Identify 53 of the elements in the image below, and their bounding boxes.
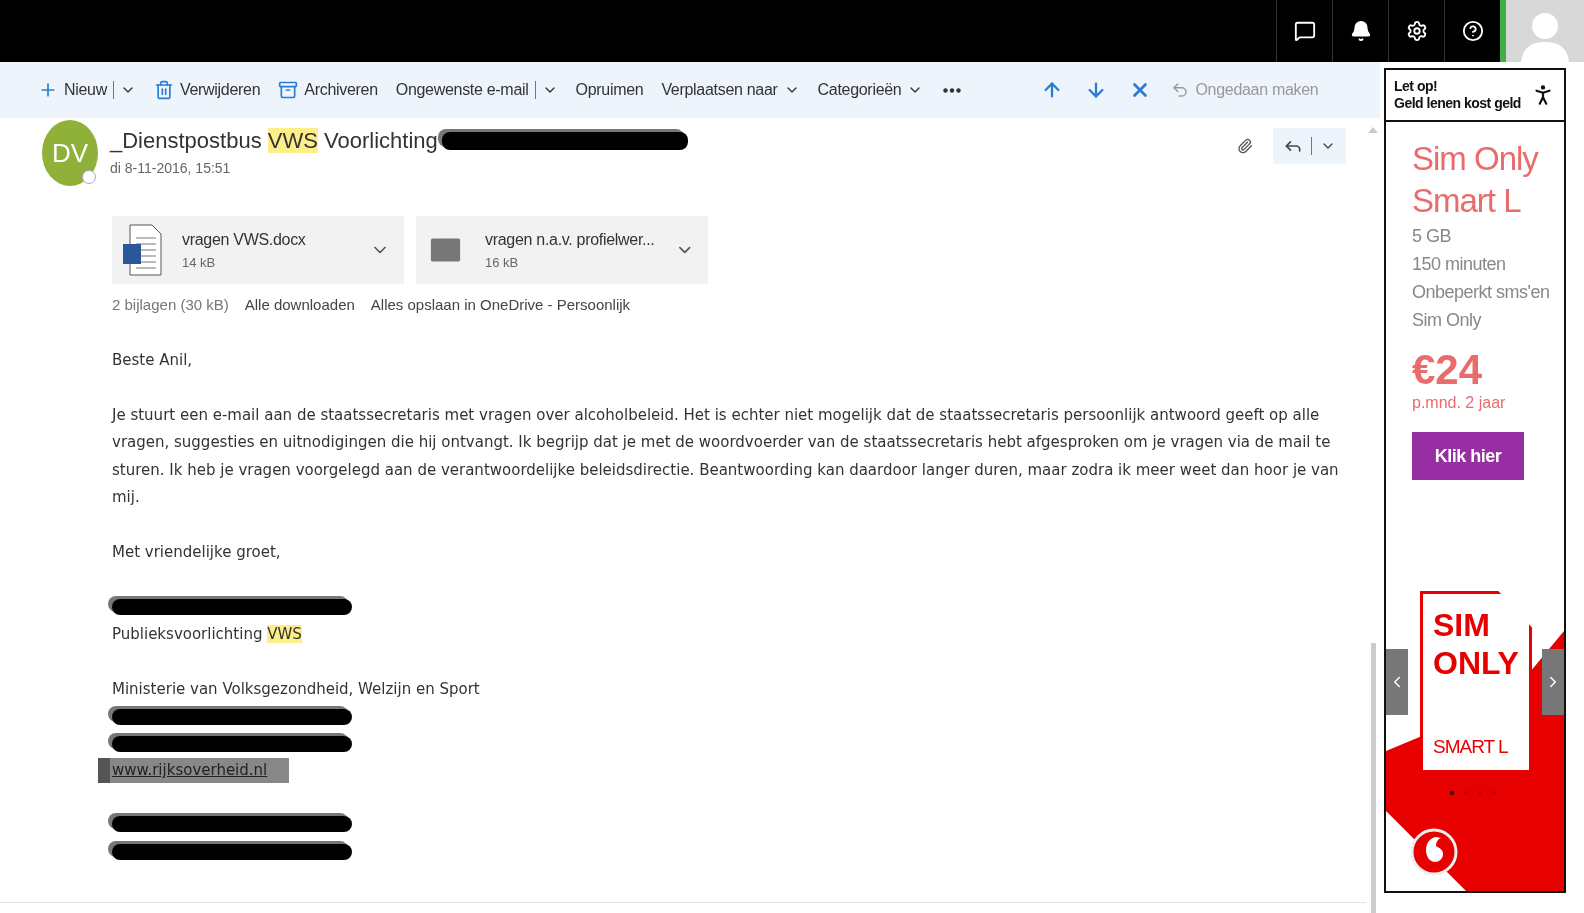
presence-icon	[82, 170, 96, 184]
ad-title: Smart L	[1412, 181, 1522, 221]
chat-icon	[1293, 20, 1316, 42]
attachment-summary: 2 bijlagen (30 kB)	[112, 296, 229, 313]
ad-price: €24	[1412, 346, 1484, 394]
undo-icon	[1171, 81, 1190, 99]
ad-feature: Sim Only	[1412, 309, 1483, 332]
carousel-dot[interactable]	[1464, 791, 1468, 795]
message-paragraph: Je stuurt een e-mail aan de staatssecretaris met vragen over alcoholbeleid. Het is echter niet mogelijk dat de staatssecretaris persoonlijk antwoord geeft op alle vragen, suggesties en uitnodigingen die hij ontvangt. Ik begrijp dat je met de woordvoerder van de staatssecretaris hebt afgesproken om je vragen via de mail te sturen. Ik heb je vragen voorgelegd aan de verantwoordelijke beleidsdirectie. Beantwoording kan daardoor langer duren, maar zodra ik meer weet dan hoor je van mij.	[112, 404, 1340, 508]
ad-notice: Let op! Geld lenen kost geld	[1394, 78, 1521, 112]
attachment-card[interactable]: vragen VWS.docx 14 kB	[112, 216, 404, 284]
message-date: di 8-11-2016, 15:51	[110, 160, 232, 176]
ad-feature: 150 minuten	[1412, 253, 1507, 276]
attachment-card[interactable]: vragen n.a.v. profielwer... 16 kB	[416, 216, 708, 284]
ad-price-note: p.mnd. 2 jaar	[1412, 394, 1507, 412]
sender-avatar: DV	[42, 120, 98, 186]
attachment-size: 14 kB	[182, 254, 217, 270]
more-icon	[943, 87, 962, 93]
new-button[interactable]: Nieuw	[36, 76, 138, 104]
sender-name: _Dienstpostbus VWS Voorlichting	[110, 128, 438, 154]
help-icon	[1461, 20, 1484, 42]
ad-feature: 5 GB	[1412, 225, 1453, 248]
ad-feature: Onbeperkt sms'en	[1412, 281, 1551, 304]
attachment-link[interactable]: Alle downloaden	[244, 296, 355, 313]
attachment-name: vragen n.a.v. profielwer...	[485, 230, 655, 249]
sim-card-drawing: SIM ONLY SMART L	[1420, 591, 1532, 773]
message-paragraph: Beste Anil,	[112, 350, 194, 371]
message-paragraph: Met vriendelijke groet,	[112, 541, 282, 563]
notifications-icon	[1349, 20, 1372, 42]
carousel-dot[interactable]	[1492, 791, 1496, 795]
signature-line: Publieksvoorlichting VWS	[112, 623, 303, 645]
signature-line: Ministerie van Volksgezondheid, Welzijn en Sport	[112, 678, 481, 700]
junk-button[interactable]: Ongewenste e-mail	[393, 77, 560, 103]
carousel-dot[interactable]	[1478, 791, 1482, 795]
paperclip-icon	[1237, 138, 1253, 154]
toolbar-dropdown[interactable]: Categorieën	[815, 77, 926, 103]
website-link[interactable]: www.rijksoverheid.nl	[98, 758, 290, 783]
settings-icon	[1405, 20, 1428, 42]
reply-button[interactable]	[1273, 128, 1346, 164]
word-document-icon	[122, 224, 162, 276]
scrollbar-thumb[interactable]	[1370, 643, 1376, 913]
carousel-dot[interactable]	[1450, 791, 1454, 795]
toolbar-dropdown[interactable]: Verplaatsen naar	[659, 77, 802, 103]
trash-icon	[153, 80, 174, 100]
attachment-name: vragen VWS.docx	[182, 230, 307, 249]
archive-icon	[278, 80, 299, 100]
archive-button[interactable]: Archiveren	[276, 76, 380, 104]
attachment-link[interactable]: Alles opslaan in OneDrive - Persoonlijk	[370, 296, 631, 313]
ad-title: Sim Only	[1412, 139, 1540, 179]
sweep-button[interactable]: Opruimen	[573, 77, 646, 103]
ad-button[interactable]: Klik hier	[1412, 432, 1524, 480]
attachment-size: 16 kB	[485, 254, 520, 270]
delete-button[interactable]: Verwijderen	[151, 76, 263, 104]
